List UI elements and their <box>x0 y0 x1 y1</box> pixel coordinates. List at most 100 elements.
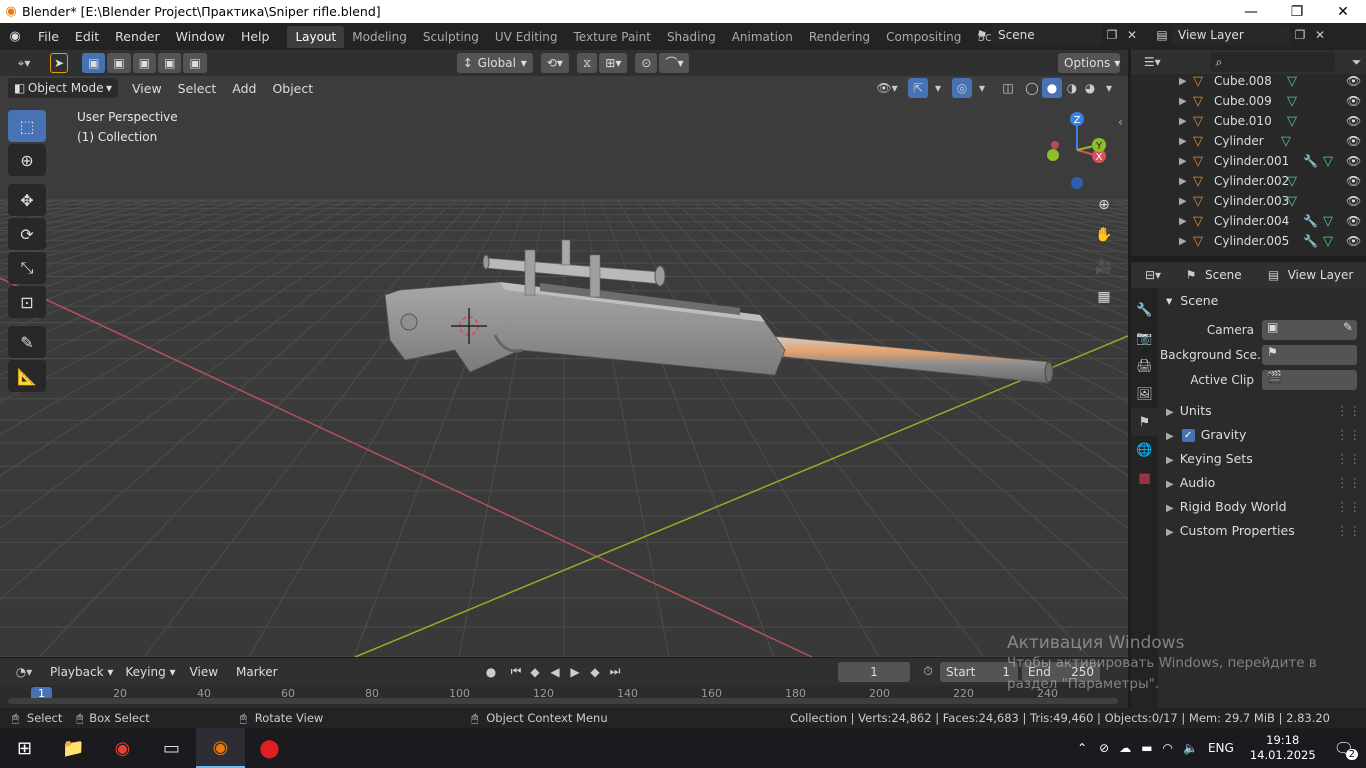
menu-edit[interactable]: Edit <box>67 29 107 44</box>
chevron-down-icon[interactable]: ▾ <box>928 78 948 98</box>
outliner-row[interactable]: ▶ ▽ Cylinder.005 🔧 ▽ 👁 <box>1131 231 1366 251</box>
viewport-menu-add[interactable]: Add <box>224 81 264 96</box>
texture-tab-icon[interactable]: ▩ <box>1131 464 1158 492</box>
chevron-down-icon[interactable]: ▾ <box>1099 78 1119 98</box>
timeline-menu-playback[interactable]: Playback ▾ <box>50 665 113 679</box>
new-scene-icon[interactable]: ❐ <box>1102 25 1122 45</box>
language-indicator[interactable]: ENG <box>1208 741 1234 755</box>
play-reverse-icon[interactable]: ◀ <box>545 662 565 682</box>
outliner-search-input[interactable]: ⌕ <box>1209 52 1336 72</box>
eye-visibility-icon[interactable]: 👁 <box>1346 234 1361 248</box>
move-tool-icon[interactable]: ✥ <box>8 184 46 216</box>
eye-visibility-icon[interactable]: 👁 <box>1346 214 1361 228</box>
sidebar-toggle-icon[interactable]: ‹ <box>1118 115 1123 129</box>
select-intersect-icon[interactable]: ▣ <box>183 53 207 73</box>
viewport-menu-view[interactable]: View <box>124 81 170 96</box>
expand-arrow-icon[interactable]: ▶ <box>1179 156 1187 167</box>
scene-tab-icon[interactable]: ⚑ <box>1131 408 1158 436</box>
scene-icon[interactable]: ⚑ <box>972 25 992 45</box>
minimize-button[interactable]: — <box>1228 4 1274 20</box>
timeline-editor-icon[interactable]: ◔▾ <box>8 662 40 682</box>
drag-handle-icon[interactable]: ⋮⋮ <box>1336 427 1361 442</box>
mesh-data-icon[interactable]: ▽ <box>1287 174 1297 189</box>
delete-viewlayer-icon[interactable]: ✕ <box>1310 25 1330 45</box>
cloud-icon[interactable]: ☁ <box>1119 741 1131 755</box>
proportional-edit-icon[interactable]: ⊙ <box>635 53 658 73</box>
expand-arrow-icon[interactable]: ▶ <box>1179 216 1187 227</box>
select-subtract-icon[interactable]: ▣ <box>132 53 157 73</box>
subpanel-keying-sets[interactable]: ▶ Keying Sets ⋮⋮ <box>1166 451 1361 466</box>
clock[interactable]: 19:18 14.01.2025 <box>1250 733 1316 763</box>
jump-keyframe-back-icon[interactable]: ◆ <box>525 662 545 682</box>
new-viewlayer-icon[interactable]: ❐ <box>1290 25 1310 45</box>
outliner-row[interactable]: ▶ ▽ Cylinder.001 🔧 ▽ 👁 <box>1131 151 1366 171</box>
viewport-menu-select[interactable]: Select <box>170 81 225 96</box>
drag-handle-icon[interactable]: ⋮⋮ <box>1336 523 1361 538</box>
outliner-row[interactable]: ▶ ▽ Cylinder.004 🔧 ▽ 👁 <box>1131 211 1366 231</box>
expand-arrow-icon[interactable]: ▶ <box>1179 116 1187 127</box>
volume-icon[interactable]: 🔈 <box>1183 741 1198 755</box>
output-tab-icon[interactable]: 🖨 <box>1131 352 1158 380</box>
mode-selector[interactable]: ◧ Object Mode ▾ <box>8 78 118 98</box>
wireframe-shading-icon[interactable]: ◯ <box>1022 78 1042 98</box>
outliner-row[interactable]: ▶ ▽ Cube.009 ▽ 👁 <box>1131 91 1366 111</box>
modifier-wrench-icon[interactable]: 🔧 <box>1303 214 1318 228</box>
tab-sculpting[interactable]: Sculpting <box>415 26 487 48</box>
notifications-icon[interactable]: 🗨 2 <box>1334 739 1358 760</box>
drag-handle-icon[interactable]: ⋮⋮ <box>1336 475 1361 490</box>
outliner-row[interactable]: ▶ ▽ Cube.010 ▽ 👁 <box>1131 111 1366 131</box>
mesh-data-icon[interactable]: ▽ <box>1287 194 1297 209</box>
expand-arrow-icon[interactable]: ▶ <box>1179 196 1187 207</box>
tab-shading[interactable]: Shading <box>659 26 724 48</box>
file-explorer-icon[interactable]: 📁 <box>49 728 98 768</box>
mesh-data-icon[interactable]: ▽ <box>1287 114 1297 129</box>
overlay-toggle-icon[interactable]: ◎ <box>952 78 972 98</box>
expand-arrow-icon[interactable]: ▶ <box>1179 136 1187 147</box>
record-icon[interactable]: ● <box>481 662 501 682</box>
mesh-data-icon[interactable]: ▽ <box>1323 214 1333 229</box>
blender-menu-icon[interactable]: ◉ <box>0 29 30 44</box>
zoom-icon[interactable]: ⊕ <box>1091 192 1117 218</box>
select-new-icon[interactable]: ▣ <box>82 53 106 73</box>
mesh-data-icon[interactable]: ▽ <box>1287 74 1297 89</box>
gizmo-toggle-icon[interactable]: ⇱ <box>908 78 928 98</box>
select-box-tool-icon[interactable]: ⬚ <box>8 110 46 142</box>
transform-orientation-dropdown[interactable]: ↕ Global ▾ <box>456 53 533 73</box>
wifi-icon[interactable]: ◠ <box>1163 741 1173 755</box>
chrome-icon[interactable]: ◉ <box>98 728 147 768</box>
expand-arrow-icon[interactable]: ▶ <box>1179 176 1187 187</box>
jump-keyframe-forward-icon[interactable]: ◆ <box>585 662 605 682</box>
mesh-data-icon[interactable]: ▽ <box>1281 134 1291 149</box>
stopwatch-icon[interactable]: ⏱ <box>918 662 938 682</box>
3d-viewport[interactable] <box>0 50 1128 657</box>
battery-icon[interactable]: ▬ <box>1141 741 1152 755</box>
select-invert-icon[interactable]: ▣ <box>158 53 182 73</box>
world-tab-icon[interactable]: 🌐 <box>1131 436 1158 464</box>
render-tab-icon[interactable]: 📷 <box>1131 324 1158 352</box>
navigation-gizmo[interactable]: Z X Y <box>1040 110 1115 190</box>
viewlayer-icon[interactable]: ▤ <box>1152 25 1172 45</box>
falloff-icon[interactable]: ⌒▾ <box>659 53 690 73</box>
solid-shading-icon[interactable]: ● <box>1042 78 1062 98</box>
tab-compositing[interactable]: Compositing <box>878 26 969 48</box>
outliner-row[interactable]: ▶ ▽ Cylinder.002 ▽ 👁 <box>1131 171 1366 191</box>
material-shading-icon[interactable]: ◑ <box>1062 78 1082 98</box>
scene-selector[interactable]: Scene <box>992 25 1102 45</box>
tool-tab-icon[interactable]: 🔧 <box>1131 296 1158 324</box>
tray-expand-icon[interactable]: ⌃ <box>1077 741 1087 755</box>
viewport-menu-object[interactable]: Object <box>264 81 321 96</box>
tab-rendering[interactable]: Rendering <box>801 26 878 48</box>
modifier-wrench-icon[interactable]: 🔧 <box>1303 154 1318 168</box>
drag-handle-icon[interactable]: ⋮⋮ <box>1336 403 1361 418</box>
gravity-checkbox[interactable]: ✓ <box>1181 429 1195 442</box>
menu-render[interactable]: Render <box>107 29 168 44</box>
background-scene-field[interactable]: ⚑ <box>1262 345 1357 365</box>
scale-tool-icon[interactable]: ⤡ <box>8 252 46 284</box>
xray-toggle-icon[interactable]: ◫ <box>998 78 1018 98</box>
camera-field[interactable]: ▣ ✎ <box>1262 320 1357 340</box>
outliner-row[interactable]: ▶ ▽ Cylinder.003 ▽ 👁 <box>1131 191 1366 211</box>
pan-hand-icon[interactable]: ✋ <box>1091 222 1117 248</box>
expand-arrow-icon[interactable]: ▶ <box>1179 96 1187 107</box>
menu-window[interactable]: Window <box>168 29 233 44</box>
windows-start-icon[interactable]: ⊞ <box>0 728 49 768</box>
